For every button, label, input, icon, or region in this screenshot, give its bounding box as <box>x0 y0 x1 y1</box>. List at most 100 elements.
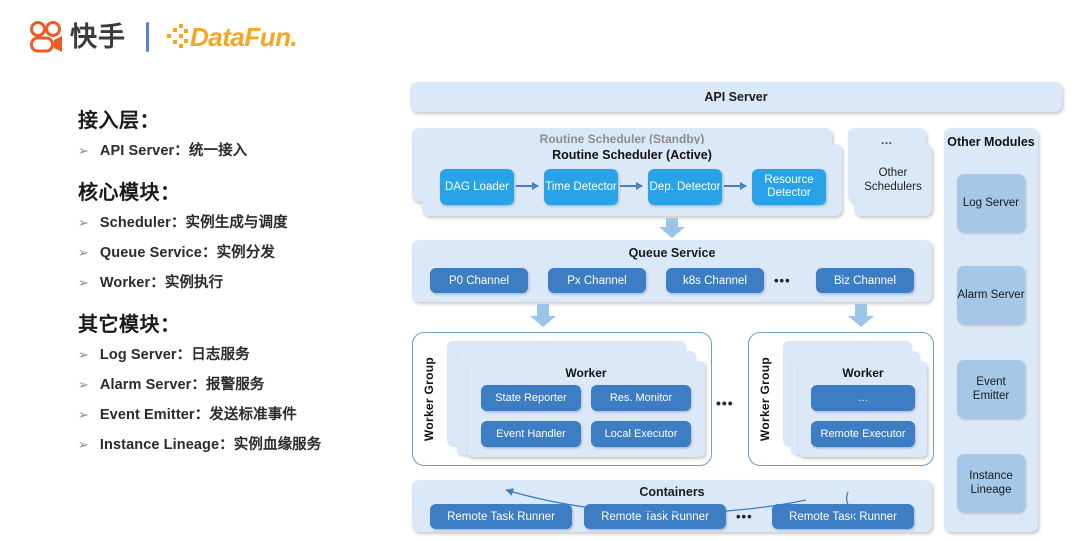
worker-component-state-reporter[interactable]: State Reporter <box>481 385 581 411</box>
list-item-sep: ： <box>191 377 206 393</box>
list-item-term: Instance Lineage <box>99 437 220 453</box>
list-item-term: Queue Service <box>99 245 202 261</box>
list-item-term: Worker <box>99 275 151 291</box>
scheduler-stage-dag-loader[interactable]: DAG Loader <box>440 169 514 205</box>
worker-component-res-monitor[interactable]: Res. Monitor <box>591 385 691 411</box>
list-item: ➢ Log Server：日志服务 <box>78 343 410 364</box>
left-text-panel: 接入层： ➢ API Server：统一接入 核心模块： ➢ Scheduler… <box>60 104 410 463</box>
list-item-desc: 实例生成与调度 <box>185 215 288 231</box>
remote-task-runner-1[interactable]: Remote Task Runner <box>430 504 572 529</box>
remote-task-runner-3[interactable]: Remote Task Runner <box>772 504 914 529</box>
queue-channel-biz[interactable]: Biz Channel <box>816 268 914 293</box>
worker-group-1[interactable]: Worker Group Worker State Reporter Res. … <box>412 332 712 466</box>
worker-card-2[interactable]: Worker … Remote Executor <box>799 361 927 457</box>
list-item-sep: ： <box>170 215 186 231</box>
scheduler-arrow-2-icon <box>620 182 643 190</box>
bullet-arrow-icon: ➢ <box>78 347 89 362</box>
worker-component-local-executor[interactable]: Local Executor <box>591 421 691 447</box>
list-item: ➢ Queue Service：实例分发 <box>78 241 410 262</box>
arrow-queue-to-worker-group-2-icon <box>848 304 874 328</box>
list-item-desc: 发送标准事件 <box>209 407 297 423</box>
other-modules-panel: Other Modules Log Server Alarm Server Ev… <box>944 128 1038 532</box>
other-modules-title: Other Modules <box>947 135 1035 149</box>
bullet-arrow-icon: ➢ <box>78 215 89 230</box>
worker-groups-ellipsis: ••• <box>716 395 734 411</box>
list-item: ➢ Scheduler：实例生成与调度 <box>78 211 410 232</box>
worker-2-title: Worker <box>842 366 884 380</box>
list-item-desc: 统一接入 <box>188 143 248 159</box>
other-module-alarm-server[interactable]: Alarm Server <box>957 266 1025 324</box>
datafun-logo: DataFun. <box>167 24 298 50</box>
list-item-term: Event Emitter <box>99 407 195 423</box>
list-item-sep: ： <box>150 275 165 291</box>
kuaishou-mark-icon <box>28 21 64 53</box>
other-module-event-emitter[interactable]: Event Emitter <box>957 360 1025 418</box>
scheduler-stage-time-detector[interactable]: Time Detector <box>544 169 618 205</box>
list-item-term: Alarm Server <box>99 377 192 393</box>
worker-group-2[interactable]: Worker Group Worker … Remote Executor <box>748 332 934 466</box>
routine-scheduler-active-label: Routine Scheduler (Active) <box>552 148 712 162</box>
list-item-desc: 实例分发 <box>216 245 275 261</box>
scheduler-arrow-1-icon <box>516 182 539 190</box>
scheduler-stage-resource-detector[interactable]: Resource Detector <box>752 169 826 205</box>
bullet-arrow-icon: ➢ <box>78 437 89 452</box>
list-item-term: Log Server <box>99 347 177 363</box>
worker-group-2-label: Worker Group <box>758 356 772 442</box>
remote-task-runner-2[interactable]: Remote Task Runner <box>584 504 726 529</box>
other-schedulers-box[interactable]: Other Schedulers <box>854 144 932 216</box>
section-title-core-modules: 核心模块： <box>78 182 181 204</box>
section-title-other-modules: 其它模块： <box>78 314 181 336</box>
queue-channels-ellipsis: ••• <box>774 273 791 288</box>
arrow-queue-to-worker-group-1-icon <box>530 304 556 328</box>
bullet-arrow-icon: ➢ <box>78 377 89 392</box>
queue-service-box[interactable]: Queue Service P0 Channel Px Channel k8s … <box>412 240 932 302</box>
bullet-arrow-icon: ➢ <box>78 245 89 260</box>
list-item: ➢ Worker：实例执行 <box>78 271 410 292</box>
worker-1-title: Worker <box>565 366 607 380</box>
api-server-box[interactable]: API Server <box>410 82 1062 112</box>
worker-component-ellipsis[interactable]: … <box>811 385 915 411</box>
worker-group-1-label: Worker Group <box>422 356 436 442</box>
architecture-diagram: API Server Routine Scheduler (Standby) R… <box>410 82 1062 532</box>
list-item-desc: 实例血缘服务 <box>233 437 322 453</box>
queue-channel-p0[interactable]: P0 Channel <box>430 268 528 293</box>
other-module-log-server[interactable]: Log Server <box>957 174 1025 232</box>
worker-group-2-label-wrap: Worker Group <box>754 333 776 465</box>
list-item: ➢ API Server：统一接入 <box>78 139 410 160</box>
page-header: 快手 DataFun. <box>28 14 298 60</box>
list-item-desc: 报警服务 <box>206 377 265 393</box>
list-item: ➢ Instance Lineage：实例血缘服务 <box>78 433 410 454</box>
list-item-term: Scheduler <box>99 215 171 231</box>
list-item: ➢ Alarm Server：报警服务 <box>78 373 410 394</box>
queue-channel-k8s[interactable]: k8s Channel <box>666 268 764 293</box>
list-item-sep: ： <box>201 245 217 261</box>
list-item-sep: ： <box>194 407 210 423</box>
bullet-arrow-icon: ➢ <box>78 275 89 290</box>
bullet-arrow-icon: ➢ <box>78 143 89 158</box>
arrow-scheduler-to-queue-icon <box>659 218 685 238</box>
worker-group-1-label-wrap: Worker Group <box>418 333 440 465</box>
list-item-term: API Server <box>99 143 175 159</box>
worker-component-event-handler[interactable]: Event Handler <box>481 421 581 447</box>
routine-scheduler-active-box[interactable]: Routine Scheduler (Active) DAG Loader Ti… <box>422 144 842 216</box>
bullet-arrow-icon: ➢ <box>78 407 89 422</box>
worker-component-remote-executor[interactable]: Remote Executor <box>811 421 915 447</box>
kuaishou-brand-text: 快手 <box>70 21 126 52</box>
queue-channel-px[interactable]: Px Channel <box>548 268 646 293</box>
datafun-dots-icon <box>167 24 189 50</box>
list-item-desc: 实例执行 <box>164 275 224 291</box>
other-module-instance-lineage[interactable]: Instance Lineage <box>957 454 1025 512</box>
scheduler-arrow-3-icon <box>724 182 747 190</box>
containers-box[interactable]: Containers Remote Task Runner Remote Tas… <box>412 480 932 532</box>
containers-title: Containers <box>639 485 705 499</box>
list-item-sep: ： <box>176 347 192 363</box>
list-item-sep: ： <box>219 437 234 453</box>
list-item: ➢ Event Emitter：发送标准事件 <box>78 403 410 424</box>
worker-card-1[interactable]: Worker State Reporter Res. Monitor Event… <box>467 361 705 457</box>
list-item-desc: 日志服务 <box>191 347 250 363</box>
kuaishou-logo: 快手 <box>28 21 126 53</box>
queue-service-title: Queue Service <box>628 246 716 260</box>
section-title-access-layer: 接入层： <box>78 110 160 132</box>
containers-ellipsis: ••• <box>736 509 753 524</box>
scheduler-stage-dep-detector[interactable]: Dep. Detector <box>648 169 722 205</box>
